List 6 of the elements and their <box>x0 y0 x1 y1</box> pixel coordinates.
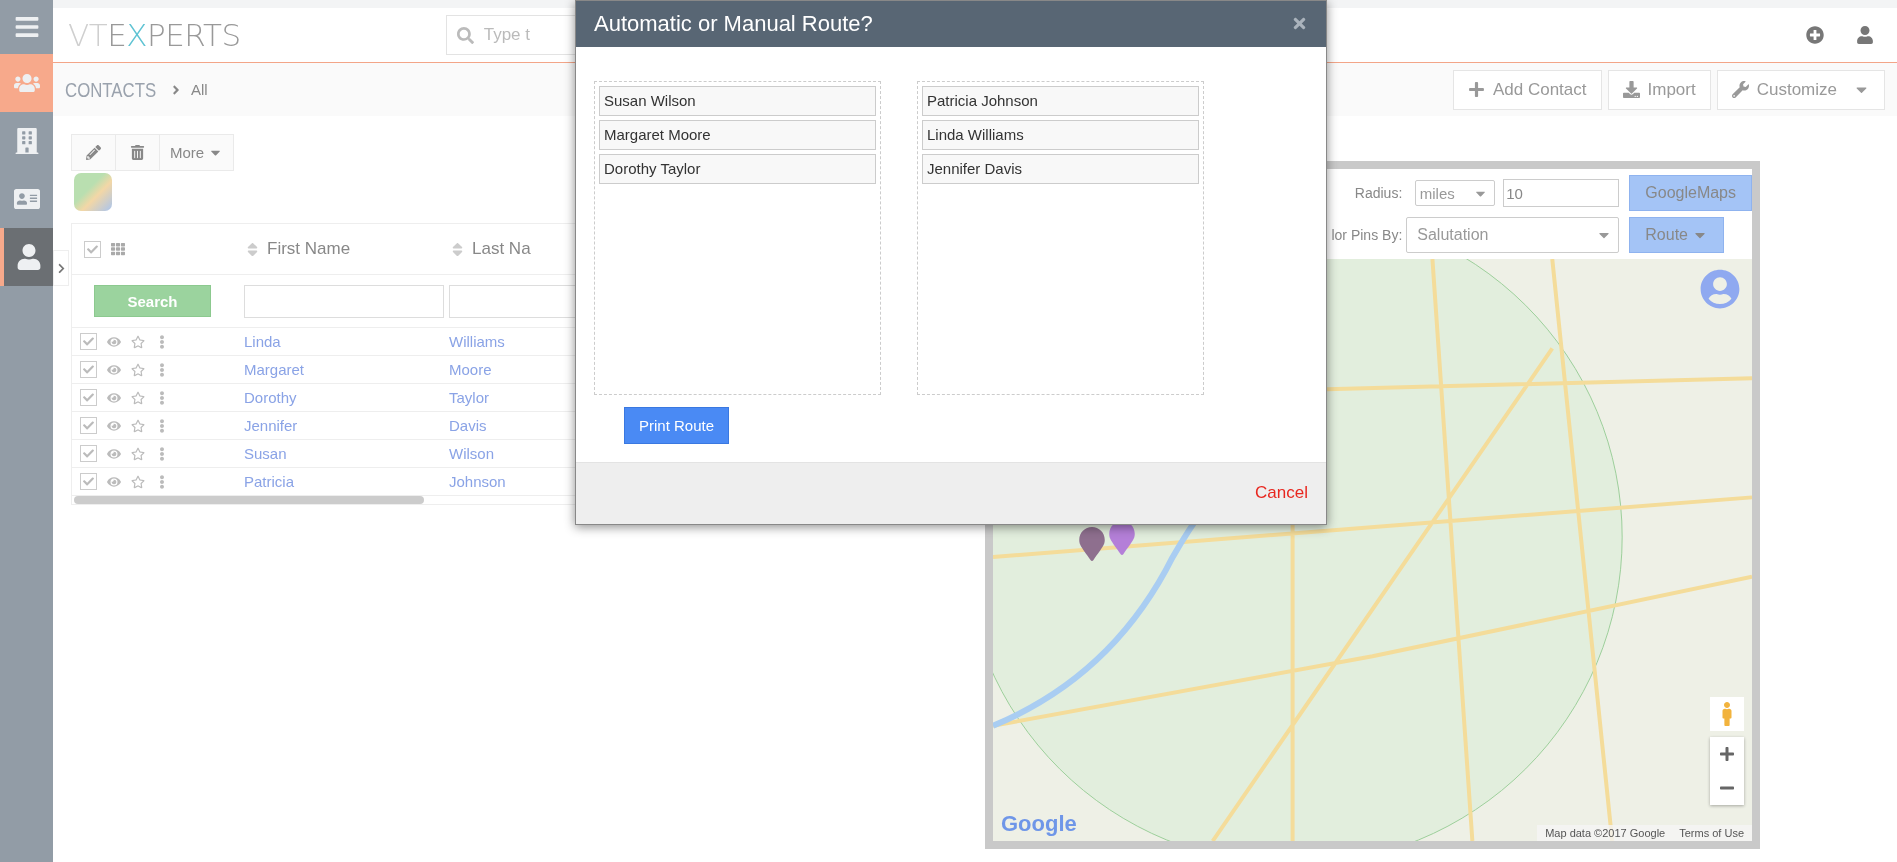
radius-label: Radius: <box>1354 185 1404 201</box>
dialog-title: Automatic or Manual Route? <box>594 10 873 37</box>
view-name: All <box>190 81 208 98</box>
pins-label: lor Pins By: <box>1331 227 1404 243</box>
module-title: CONTACTS <box>65 77 157 102</box>
map-logo: Google <box>1001 811 1077 837</box>
